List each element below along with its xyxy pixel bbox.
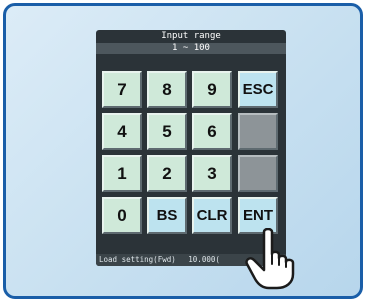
pointing-hand-icon [245,228,295,290]
load-setting-value: 10.000( [188,255,220,264]
key-0[interactable]: 0 [102,197,142,234]
backspace-button[interactable]: BS [147,197,187,234]
key-6[interactable]: 6 [192,113,232,150]
clear-button[interactable]: CLR [192,197,232,234]
input-range-title: Input range [161,31,221,41]
key-4[interactable]: 4 [102,113,142,150]
key-8[interactable]: 8 [147,71,187,108]
key-1[interactable]: 1 [102,155,142,192]
key-7[interactable]: 7 [102,71,142,108]
key-2[interactable]: 2 [147,155,187,192]
key-9[interactable]: 9 [192,71,232,108]
input-range-value: 1 ~ 100 [96,43,286,54]
blank-key [238,113,278,150]
key-5[interactable]: 5 [147,113,187,150]
escape-button[interactable]: ESC [238,71,278,108]
blank-key [238,155,278,192]
key-3[interactable]: 3 [192,155,232,192]
load-setting-label: Load setting(Fwd) [99,255,176,264]
